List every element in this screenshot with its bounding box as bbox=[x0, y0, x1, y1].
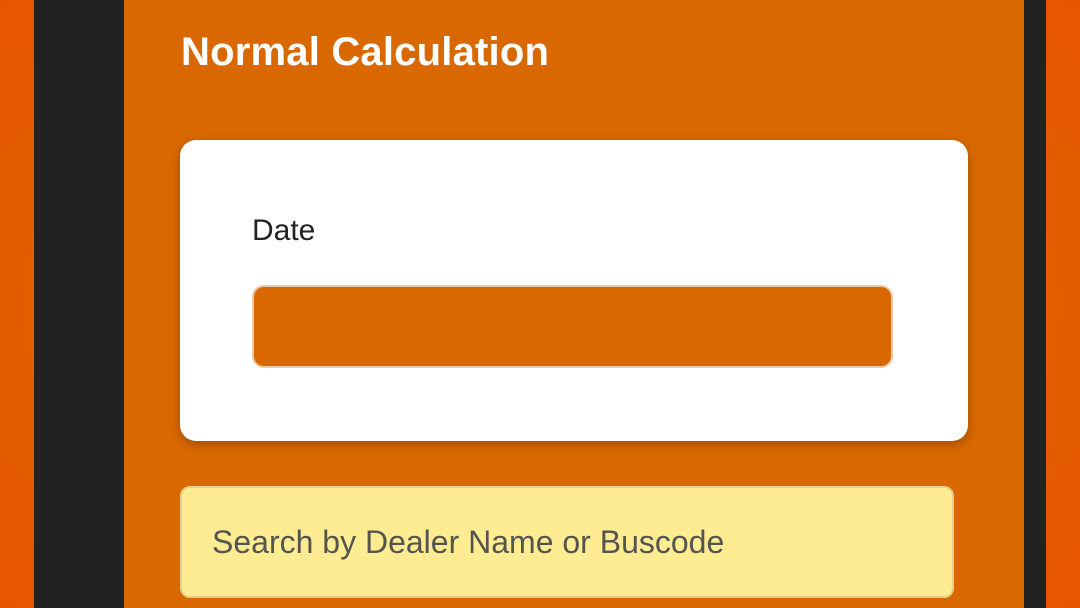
date-card: Date bbox=[180, 140, 968, 441]
device-frame: Normal Calculation Date bbox=[34, 0, 1046, 608]
date-label: Date bbox=[252, 214, 316, 247]
date-input[interactable] bbox=[252, 285, 893, 368]
page-title: Normal Calculation bbox=[181, 30, 550, 74]
dealer-search-input[interactable] bbox=[180, 486, 954, 598]
app-screen: Normal Calculation Date bbox=[124, 0, 1024, 608]
